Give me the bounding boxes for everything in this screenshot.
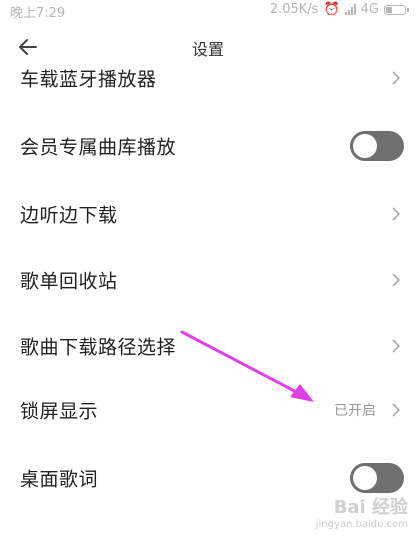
- status-time: 晚上7:29: [10, 6, 66, 21]
- status-indicators: 2.05K/s ⏰ 4G: [269, 2, 409, 17]
- network-speed: 2.05K/s: [269, 2, 319, 17]
- setting-label: 锁屏显示: [20, 400, 99, 423]
- chevron-right-icon: [392, 403, 401, 417]
- chevron-right-icon: [392, 71, 401, 85]
- setting-label: 歌曲下载路径选择: [20, 336, 177, 359]
- setting-label: 边听边下载: [20, 204, 118, 227]
- toggle-knob: [353, 466, 377, 490]
- setting-row-car-bluetooth[interactable]: 车载蓝牙播放器: [0, 48, 416, 108]
- setting-row-download-while-listening[interactable]: 边听边下载: [0, 184, 416, 244]
- network-type: 4G: [360, 2, 379, 17]
- desktop-lyrics-toggle[interactable]: [350, 463, 404, 493]
- watermark: Bai 经验 jingyan.baidu.com: [316, 497, 408, 531]
- chevron-right-icon: [392, 339, 401, 353]
- alarm-icon: ⏰: [323, 2, 340, 17]
- setting-label: 车载蓝牙播放器: [20, 68, 157, 91]
- setting-row-download-path[interactable]: 歌曲下载路径选择: [0, 316, 416, 376]
- signal-icon: [344, 4, 356, 15]
- setting-row-lockscreen-display[interactable]: 锁屏显示 已开启: [0, 380, 416, 440]
- battery-icon: [384, 4, 409, 15]
- setting-label: 会员专属曲库播放: [20, 136, 177, 159]
- toggle-knob: [353, 134, 377, 158]
- lockscreen-status-value: 已开启: [334, 403, 376, 419]
- setting-row-vip-library: 会员专属曲库播放: [0, 116, 416, 176]
- watermark-url: jingyan.baidu.com: [315, 519, 408, 530]
- vip-library-toggle[interactable]: [350, 131, 404, 161]
- chevron-right-icon: [392, 207, 401, 221]
- watermark-brand: Bai 经验: [333, 497, 408, 519]
- chevron-right-icon: [392, 273, 401, 287]
- setting-label: 歌单回收站: [20, 270, 118, 293]
- status-bar: 晚上7:29 2.05K/s ⏰ 4G: [0, 0, 416, 22]
- setting-label: 桌面歌词: [20, 468, 99, 491]
- setting-row-playlist-recycle-bin[interactable]: 歌单回收站: [0, 250, 416, 310]
